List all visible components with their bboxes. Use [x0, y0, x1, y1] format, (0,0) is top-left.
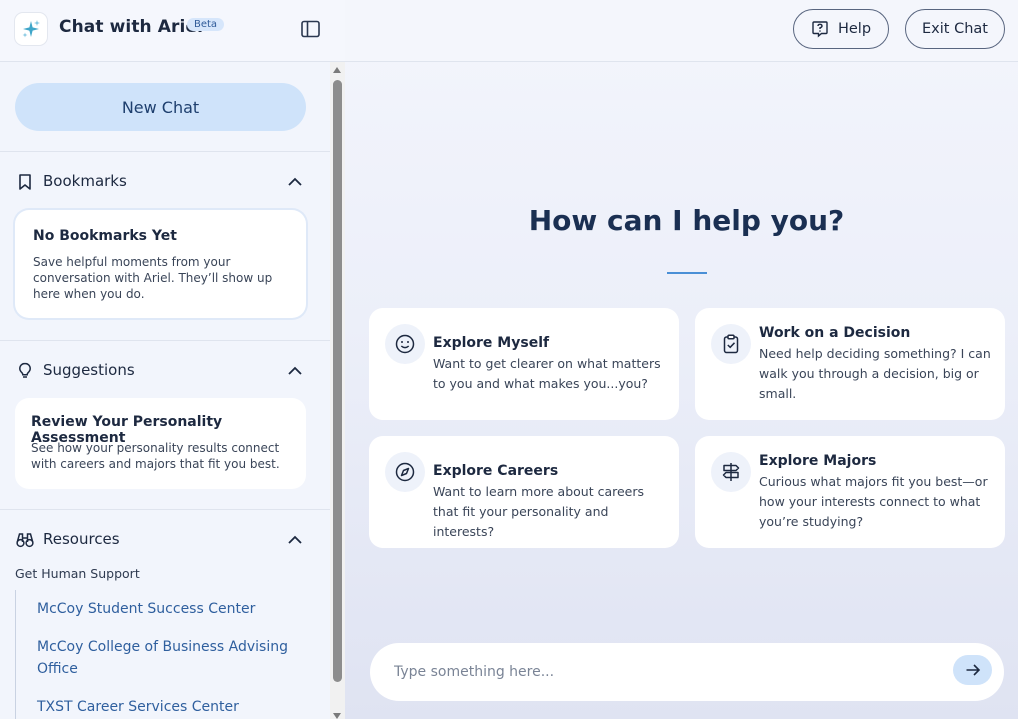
chevron-up-icon[interactable] [286, 362, 304, 380]
main-panel: Help Exit Chat How can I help you? Explo… [345, 0, 1018, 719]
tile-explore-majors[interactable]: Explore Majors Curious what majors fit y… [695, 436, 1005, 548]
bookmarks-title: Bookmarks [43, 172, 127, 190]
resources-section-header[interactable]: Resources [15, 528, 308, 552]
resource-link[interactable]: McCoy College of Business Advising Offic… [37, 636, 307, 680]
smile-icon [385, 324, 425, 364]
sidebar-scroll-area[interactable]: New Chat Bookmarks No Bookmarks Yet Save… [0, 62, 330, 719]
help-label: Help [837, 21, 872, 37]
top-bar: Help Exit Chat [345, 0, 1018, 62]
sidebar-toggle-icon[interactable] [301, 20, 320, 38]
page-heading: How can I help you? [528, 204, 845, 237]
scroll-thumb[interactable] [333, 80, 342, 682]
sidebar-scrollbar[interactable] [330, 62, 345, 719]
app-title: Chat with Ariel [59, 17, 203, 37]
ariel-logo [15, 13, 47, 45]
resource-link[interactable]: TXST Career Services Center [37, 696, 307, 718]
divider [0, 340, 330, 341]
scroll-down-arrow-icon[interactable] [333, 713, 341, 719]
suggestion-text: See how your personality results connect… [31, 441, 280, 471]
resources-list: McCoy Student Success Center McCoy Colle… [15, 590, 315, 719]
divider [0, 151, 330, 152]
arrow-right-icon [966, 664, 980, 676]
send-button[interactable] [953, 655, 992, 685]
suggestions-title: Suggestions [43, 361, 135, 379]
tile-work-on-decision[interactable]: Work on a Decision Need help deciding so… [695, 308, 1005, 420]
tile-text: Curious what majors fit you best—or how … [759, 474, 988, 529]
chevron-up-icon[interactable] [286, 531, 304, 549]
resource-link[interactable]: McCoy Student Success Center [37, 598, 307, 620]
message-input[interactable] [394, 661, 934, 683]
tile-title: Explore Myself [433, 335, 550, 351]
heading-underline [667, 272, 707, 274]
tile-explore-myself[interactable]: Explore Myself Want to get clearer on wh… [369, 308, 679, 420]
divider [0, 509, 330, 510]
tile-title: Work on a Decision [759, 325, 911, 341]
chevron-up-icon[interactable] [286, 173, 304, 191]
message-composer [370, 643, 1004, 701]
new-chat-button[interactable]: New Chat [15, 83, 306, 131]
tile-text: Want to get clearer on what matters to y… [433, 356, 661, 391]
tile-title: Explore Careers [433, 463, 559, 479]
scroll-up-arrow-icon[interactable] [333, 67, 341, 73]
clipboard-check-icon [711, 324, 751, 364]
bookmarks-empty-card: No Bookmarks Yet Save helpful moments fr… [15, 210, 306, 318]
signpost-icon [711, 452, 751, 492]
bookmarks-empty-title: No Bookmarks Yet [33, 228, 177, 244]
binoculars-icon [16, 533, 34, 548]
compass-icon [385, 452, 425, 492]
bookmark-icon [19, 174, 31, 190]
suggestions-section-header[interactable]: Suggestions [15, 359, 308, 383]
brand-header: Chat with Ariel Beta [0, 0, 345, 62]
bookmarks-empty-text: Save helpful moments from your conversat… [33, 255, 273, 301]
tile-text: Need help deciding something? I can walk… [759, 346, 991, 401]
lightbulb-icon [19, 362, 31, 378]
exit-chat-button[interactable]: Exit Chat [905, 9, 1005, 49]
beta-badge: Beta [187, 18, 225, 31]
tile-explore-careers[interactable]: Explore Careers Want to learn more about… [369, 436, 679, 548]
resources-subheading: Get Human Support [15, 566, 140, 581]
tile-text: Want to learn more about careers that fi… [433, 484, 644, 539]
suggestion-card[interactable]: Review Your Personality Assessment See h… [15, 398, 306, 489]
bookmarks-section-header[interactable]: Bookmarks [15, 170, 308, 194]
sparkle-icon [22, 20, 40, 38]
resources-title: Resources [43, 530, 120, 548]
tile-title: Explore Majors [759, 453, 877, 469]
help-icon [812, 21, 828, 38]
sidebar: Chat with Ariel Beta New Chat Bookmarks … [0, 0, 345, 719]
help-button[interactable]: Help [793, 9, 889, 49]
